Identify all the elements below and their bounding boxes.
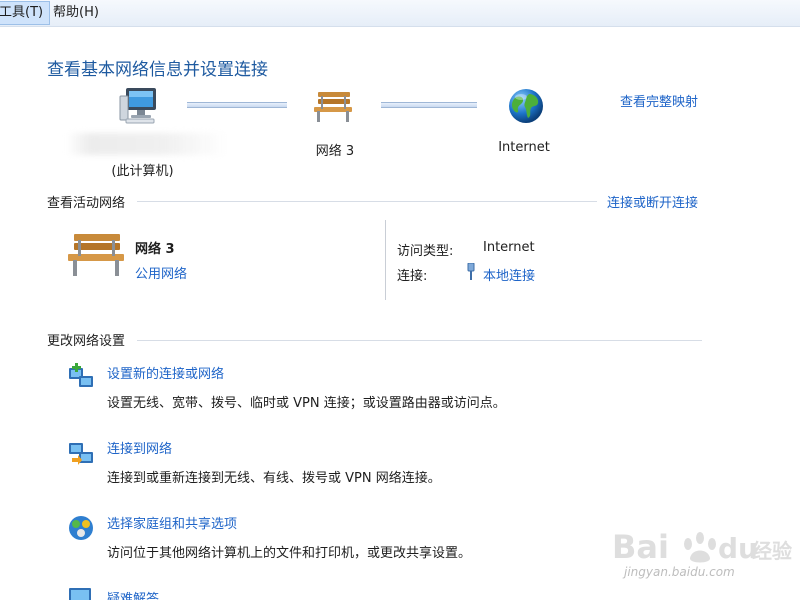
watermark-url: jingyan.baidu.com	[624, 565, 735, 579]
connection-line-1	[187, 102, 287, 108]
computer-name-redacted	[66, 133, 228, 155]
setup-connection-link[interactable]: 设置新的连接或网络	[107, 363, 224, 382]
svg-text:经验: 经验	[752, 539, 792, 563]
new-connection-icon	[69, 363, 93, 387]
connection-label: 连接:	[397, 269, 428, 284]
connect-to-network-desc: 连接到或重新连接到无线、有线、拨号或 VPN 网络连接。	[107, 471, 441, 486]
computer-icon[interactable]	[118, 86, 160, 126]
connection-line-2	[381, 102, 477, 108]
homegroup-sharing-desc: 访问位于其他网络计算机上的文件和打印机，或更改共享设置。	[107, 546, 472, 561]
section-divider-change	[137, 340, 702, 341]
menu-help[interactable]: 帮助(H)	[47, 0, 105, 26]
setup-connection-desc: 设置无线、宽带、拨号、临时或 VPN 连接；或设置路由器或访问点。	[107, 396, 506, 411]
section-divider-active	[137, 201, 597, 202]
connect-network-icon	[69, 443, 93, 465]
globe-icon[interactable]	[506, 86, 546, 126]
menu-bar: 工具(T) 帮助(H)	[0, 0, 800, 27]
active-networks-title: 查看活动网络	[47, 196, 126, 211]
computer-label: (此计算机)	[111, 164, 174, 179]
access-type-label: 访问类型:	[397, 244, 454, 259]
bench-icon[interactable]	[312, 90, 354, 124]
troubleshoot-link[interactable]: 疑难解答	[107, 588, 159, 600]
change-settings-title: 更改网络设置	[47, 334, 126, 349]
homegroup-icon	[69, 516, 93, 540]
active-network-name: 网络 3	[135, 242, 175, 257]
local-connection-link[interactable]: 本地连接	[483, 265, 535, 284]
connect-disconnect-link[interactable]: 连接或断开连接	[607, 192, 698, 211]
homegroup-sharing-link[interactable]: 选择家庭组和共享选项	[107, 513, 237, 532]
bench-icon	[68, 234, 124, 276]
vertical-divider	[385, 220, 386, 300]
svg-text:Bai: Bai	[612, 528, 669, 566]
usb-plug-icon	[467, 263, 475, 280]
connect-to-network-link[interactable]: 连接到网络	[107, 438, 172, 457]
menu-tools[interactable]: 工具(T)	[0, 1, 51, 25]
access-type-value: Internet	[483, 240, 535, 255]
full-map-link[interactable]: 查看完整映射	[620, 91, 698, 110]
page-title: 查看基本网络信息并设置连接	[47, 60, 268, 80]
network-label: 网络 3	[315, 144, 355, 159]
network-type-link[interactable]: 公用网络	[135, 263, 187, 282]
troubleshoot-icon	[69, 588, 91, 600]
internet-label: Internet	[498, 140, 550, 155]
